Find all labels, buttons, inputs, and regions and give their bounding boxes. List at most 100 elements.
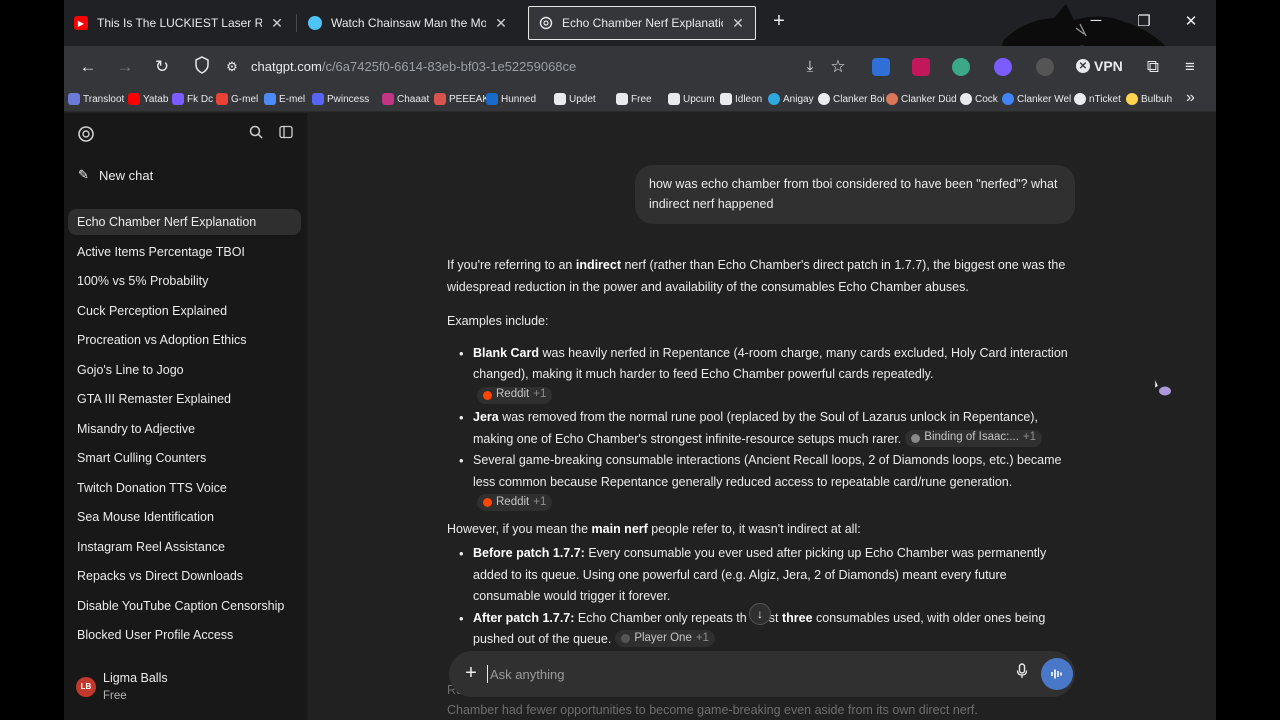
bookmark[interactable]: E-mel: [264, 93, 305, 105]
bookmark[interactable]: Fk Dc: [172, 93, 213, 105]
citation-chip[interactable]: Reddit +1: [477, 386, 553, 404]
bookmark[interactable]: Yatab: [128, 93, 168, 105]
tab-title: Watch Chainsaw Man the Movie: Reze Arc: [331, 16, 486, 30]
bookmark[interactable]: Clanker Düd: [886, 93, 957, 105]
bookmark-label: Yatab: [143, 93, 169, 105]
bookmark-icon: [720, 93, 732, 105]
chat-item[interactable]: Sea Mouse Identification: [68, 504, 301, 530]
menu-icon[interactable]: ≡: [1179, 56, 1201, 78]
bookmark[interactable]: G-mel: [216, 93, 258, 105]
bookmark[interactable]: Pwincess: [312, 93, 369, 105]
bookmark-icon: [960, 93, 972, 105]
chat-item[interactable]: Repacks vs Direct Downloads: [68, 563, 301, 589]
close-tab-icon[interactable]: ✕: [494, 15, 508, 32]
bookmark[interactable]: PEEEAK: [434, 93, 489, 105]
bookmark[interactable]: Clanker Wel: [1002, 93, 1071, 105]
bookmark[interactable]: Updet: [554, 93, 596, 105]
minimize-button[interactable]: ─: [1086, 12, 1106, 29]
chat-item[interactable]: Disable YouTube Caption Censorship: [68, 593, 301, 619]
user-message: how was echo chamber from tboi considere…: [635, 165, 1075, 224]
close-tab-icon[interactable]: ✕: [731, 15, 745, 32]
chat-item[interactable]: Misandry to Adjective: [68, 416, 301, 442]
extensions-puzzle-icon[interactable]: ⧉: [1142, 56, 1164, 78]
vpn-extension[interactable]: ✕ VPN: [1076, 58, 1123, 74]
close-window-button[interactable]: ✕: [1181, 12, 1201, 30]
tab-youtube[interactable]: ▶ This Is The LUCKIEST Laser Run - YouTu…: [64, 6, 294, 40]
chatgpt-logo-icon[interactable]: [76, 125, 96, 145]
tab-echo-chamber[interactable]: Echo Chamber Nerf Explanation ✕: [528, 6, 756, 40]
add-attachment-button[interactable]: +: [461, 662, 481, 684]
site-settings-icon[interactable]: ⚙: [221, 56, 243, 78]
bookmark[interactable]: Upcum: [668, 93, 715, 105]
voice-mode-button[interactable]: [1041, 658, 1073, 690]
examples-list: Blank Card was heavily nerfed in Repenta…: [447, 343, 1077, 515]
message-input[interactable]: [487, 665, 967, 683]
bookmark-label: PEEEAK: [449, 93, 490, 105]
citation-chip[interactable]: Binding of Isaac:... +1: [905, 429, 1043, 447]
tab-title: Echo Chamber Nerf Explanation: [562, 16, 723, 30]
bookmark-label: Clanker Wel: [1017, 93, 1072, 105]
new-tab-button[interactable]: +: [768, 10, 790, 33]
chat-item[interactable]: 100% vs 5% Probability: [68, 268, 301, 294]
music-extension-icon[interactable]: [952, 58, 970, 76]
shield-icon[interactable]: [191, 56, 213, 78]
chat-item[interactable]: Blocked User Profile Access: [68, 622, 301, 648]
reddit-icon: [483, 390, 492, 400]
search-icon[interactable]: [246, 125, 266, 145]
chat-item[interactable]: Cuck Perception Explained: [68, 298, 301, 324]
new-chat-button[interactable]: ✎ New chat: [78, 167, 153, 183]
translate-extension-icon[interactable]: [872, 58, 890, 76]
back-button[interactable]: ←: [77, 56, 99, 78]
bookmark-star-icon[interactable]: ☆: [827, 56, 849, 78]
bookmark-icon: [1002, 93, 1014, 105]
rainbow-extension-icon[interactable]: [994, 58, 1012, 76]
bold-text: main nerf: [591, 521, 648, 536]
browser-window: ▶ This Is The LUCKIEST Laser Run - YouTu…: [64, 0, 1216, 720]
chat-item[interactable]: Gojo's Line to Jogo: [68, 357, 301, 383]
bookmark[interactable]: Idleon: [720, 93, 762, 105]
bookmark-label: Transloot: [83, 93, 125, 105]
chat-item[interactable]: Twitch Donation TTS Voice: [68, 475, 301, 501]
bookmark[interactable]: Clanker Boi: [818, 93, 885, 105]
bookmark[interactable]: nTicket: [1074, 93, 1121, 105]
chat-item[interactable]: Smart Culling Counters: [68, 445, 301, 471]
bookmark[interactable]: Anigay: [768, 93, 814, 105]
bookmark[interactable]: Hunned: [486, 93, 536, 105]
bookmark[interactable]: Cock: [960, 93, 998, 105]
scroll-to-bottom-button[interactable]: ↓: [749, 603, 771, 625]
chat-item[interactable]: Procreation vs Adoption Ethics: [68, 327, 301, 353]
mic-extension-icon[interactable]: [912, 58, 930, 76]
new-chat-label: New chat: [99, 167, 154, 183]
citation-chip[interactable]: Reddit +1: [477, 494, 553, 511]
chat-item[interactable]: GTA III Remaster Explained: [68, 386, 301, 412]
tab-chainsaw-man[interactable]: Watch Chainsaw Man the Movie: Reze Arc ✕: [298, 6, 518, 40]
list-item: Several game-breaking consumable interac…: [447, 450, 1077, 515]
restore-button[interactable]: ❐: [1134, 12, 1154, 30]
close-tab-icon[interactable]: ✕: [270, 15, 284, 32]
sidebar-toggle-icon[interactable]: [276, 125, 296, 145]
bookmark[interactable]: Transloot: [68, 93, 124, 105]
navigation-bar: ← → ↻ ⚙ chatgpt.com/c/6a7425f0-6614-83eb…: [64, 46, 1216, 88]
chat-item-echo-chamber[interactable]: Echo Chamber Nerf Explanation: [68, 209, 301, 235]
bold-text: three: [781, 610, 813, 625]
citation-label: Binding of Isaac:...: [924, 431, 1019, 444]
bookmark-label: Upcum: [683, 93, 715, 105]
assistant-message: If you're referring to an indirect nerf …: [447, 255, 1077, 651]
list-item: Blank Card was heavily nerfed in Repenta…: [447, 343, 1077, 408]
more-bookmarks-icon[interactable]: »: [1186, 89, 1195, 107]
bookmark[interactable]: Chaaat: [382, 93, 429, 105]
citation-label: Reddit: [496, 495, 530, 508]
owl-extension-icon[interactable]: [1036, 58, 1054, 76]
bookmark[interactable]: Free: [616, 93, 652, 105]
reload-button[interactable]: ↻: [151, 56, 173, 78]
microphone-icon[interactable]: [1012, 663, 1032, 682]
forward-button[interactable]: →: [114, 56, 136, 78]
bookmark[interactable]: Bulbuh: [1126, 93, 1172, 105]
install-app-icon[interactable]: ⤓: [799, 56, 821, 78]
bookmark-icon: [668, 93, 680, 105]
chat-item[interactable]: Active Items Percentage TBOI: [68, 239, 301, 265]
chat-item[interactable]: Instagram Reel Assistance: [68, 534, 301, 560]
citation-chip[interactable]: Player One +1: [615, 630, 715, 647]
address-bar[interactable]: chatgpt.com/c/6a7425f0-6614-83eb-bf03-1e…: [251, 59, 576, 74]
user-profile[interactable]: LB Ligma Balls Free: [76, 671, 168, 702]
